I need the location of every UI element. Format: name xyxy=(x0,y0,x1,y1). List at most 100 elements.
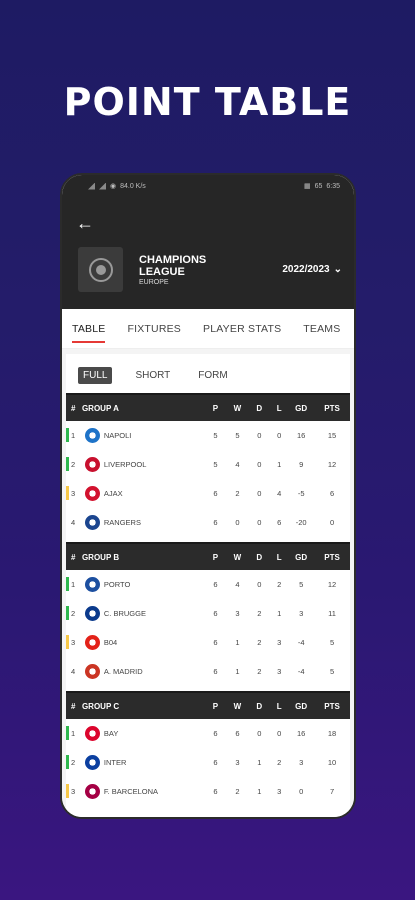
wifi-icon: ◉ xyxy=(110,183,117,190)
goal-difference: -5 xyxy=(297,489,305,498)
draws: 0 xyxy=(257,518,262,527)
back-arrow-icon[interactable]: ← xyxy=(76,213,94,234)
goal-difference: 16 xyxy=(297,431,306,440)
filter-short[interactable]: SHORT xyxy=(130,367,175,384)
team-crest-icon xyxy=(85,515,101,530)
played: 6 xyxy=(213,638,218,647)
col-hash: # xyxy=(71,403,76,413)
table-row[interactable]: 1 PORTO 6 4 0 2 5 12 xyxy=(66,570,350,599)
goal-difference: -4 xyxy=(297,667,305,676)
table-row[interactable]: 4 A. MADRID 6 1 2 3 -4 5 xyxy=(66,657,350,686)
table-row[interactable]: 2 C. BRUGGE 6 3 2 1 3 11 xyxy=(66,599,350,628)
losses: 3 xyxy=(277,667,282,676)
group-header: # GROUP B P W D L GD PTS xyxy=(66,542,350,570)
position: 4 xyxy=(71,518,76,527)
col-gd: GD xyxy=(295,552,308,562)
table-row[interactable]: 3 F. BARCELONA 6 2 1 3 0 7 xyxy=(66,777,350,806)
team-name: B04 xyxy=(103,638,118,647)
losses: 1 xyxy=(277,460,282,469)
team-logo xyxy=(82,726,104,741)
wins: 2 xyxy=(235,787,240,796)
points: 5 xyxy=(329,667,335,676)
wins: 2 xyxy=(235,489,240,498)
col-pts: PTS xyxy=(324,552,340,562)
team-crest-icon xyxy=(85,606,101,621)
signal-icon-2 xyxy=(99,182,106,190)
col-d: D xyxy=(256,701,263,711)
col-p: P xyxy=(212,552,219,562)
tab-teams[interactable]: TEAMS xyxy=(303,313,340,345)
played: 5 xyxy=(213,460,218,469)
col-pts: PTS xyxy=(324,403,340,413)
vibrate-icon: ▦ xyxy=(303,183,311,190)
col-hash: # xyxy=(71,701,76,711)
col-gd: GD xyxy=(295,701,308,711)
tab-table[interactable]: TABLE xyxy=(72,313,106,345)
losses: 0 xyxy=(277,431,282,440)
goal-difference: -4 xyxy=(297,638,305,647)
table-container: FULL SHORT FORM # GROUP A P W D L GD PTS 1 NAPOLI 5 5… xyxy=(62,349,354,817)
col-w: W xyxy=(233,403,242,413)
tab-player-stats[interactable]: PLAYER STATS xyxy=(203,313,281,345)
network-speed: 84.0 K/s xyxy=(120,182,146,190)
chevron-down-icon: ⌄ xyxy=(333,264,342,275)
tab-fixtures[interactable]: FIXTURES xyxy=(127,313,181,345)
col-p: P xyxy=(212,701,219,711)
wins: 6 xyxy=(235,729,240,738)
goal-difference: 9 xyxy=(299,460,304,469)
table-row[interactable]: 3 B04 6 1 2 3 -4 5 xyxy=(66,628,350,657)
wins: 1 xyxy=(235,667,240,676)
losses: 2 xyxy=(277,580,282,589)
qualification-stripe xyxy=(66,784,69,798)
season-selector[interactable]: 2022/2023 ⌄ xyxy=(282,264,342,275)
col-d: D xyxy=(256,403,263,413)
losses: 4 xyxy=(277,489,282,498)
filter-bar: FULL SHORT FORM xyxy=(66,362,350,388)
points: 11 xyxy=(328,609,336,618)
table-row[interactable]: 3 AJAX 6 2 0 4 -5 6 xyxy=(66,479,350,508)
group-header: # GROUP C P W D L GD PTS xyxy=(66,691,350,719)
table-row[interactable]: 2 INTER 6 3 1 2 3 10 xyxy=(66,748,350,777)
group-name: GROUP A xyxy=(81,403,119,413)
team-name: BAY xyxy=(103,729,119,738)
filter-full[interactable]: FULL xyxy=(78,366,113,384)
status-bar: ◉ 84.0 K/s ▦ 65 6:35 xyxy=(62,175,354,197)
played: 6 xyxy=(213,489,218,498)
filter-form[interactable]: FORM xyxy=(193,367,232,384)
wins: 1 xyxy=(235,638,240,647)
table-row[interactable]: 1 BAY 6 6 0 0 16 18 xyxy=(66,719,350,748)
team-logo xyxy=(82,755,104,770)
season-label: 2022/2023 xyxy=(282,264,330,275)
draws: 0 xyxy=(257,431,262,440)
team-crest-icon xyxy=(85,457,101,472)
goal-difference: 0 xyxy=(299,787,304,796)
team-name: PORTO xyxy=(103,580,131,589)
points: 10 xyxy=(327,758,337,767)
qualification-stripe xyxy=(66,726,69,740)
draws: 1 xyxy=(257,758,262,767)
team-crest-icon xyxy=(85,755,101,770)
team-crest-icon xyxy=(85,664,101,679)
goal-difference: 3 xyxy=(299,758,304,767)
team-crest-icon xyxy=(85,577,101,592)
table-row[interactable]: 2 LIVERPOOL 5 4 0 1 9 12 xyxy=(66,450,350,479)
qualification-stripe xyxy=(66,635,69,649)
position: 4 xyxy=(71,667,76,676)
qualification-stripe xyxy=(66,457,69,471)
goal-difference: 3 xyxy=(299,609,304,618)
played: 6 xyxy=(213,729,218,738)
table-row[interactable]: 1 NAPOLI 5 5 0 0 16 15 xyxy=(66,421,350,450)
draws: 1 xyxy=(257,787,262,796)
team-logo xyxy=(82,428,104,443)
points: 7 xyxy=(329,787,335,796)
points: 18 xyxy=(327,729,337,738)
draws: 0 xyxy=(257,580,262,589)
played: 6 xyxy=(213,758,218,767)
group-header: # GROUP A P W D L GD PTS xyxy=(66,393,350,421)
played: 6 xyxy=(213,787,218,796)
table-row[interactable]: 4 RANGERS 6 0 0 6 -20 0 xyxy=(66,508,350,537)
league-region: EUROPE xyxy=(139,278,169,286)
goal-difference: 5 xyxy=(299,580,304,589)
losses: 0 xyxy=(277,729,282,738)
losses: 2 xyxy=(277,758,282,767)
